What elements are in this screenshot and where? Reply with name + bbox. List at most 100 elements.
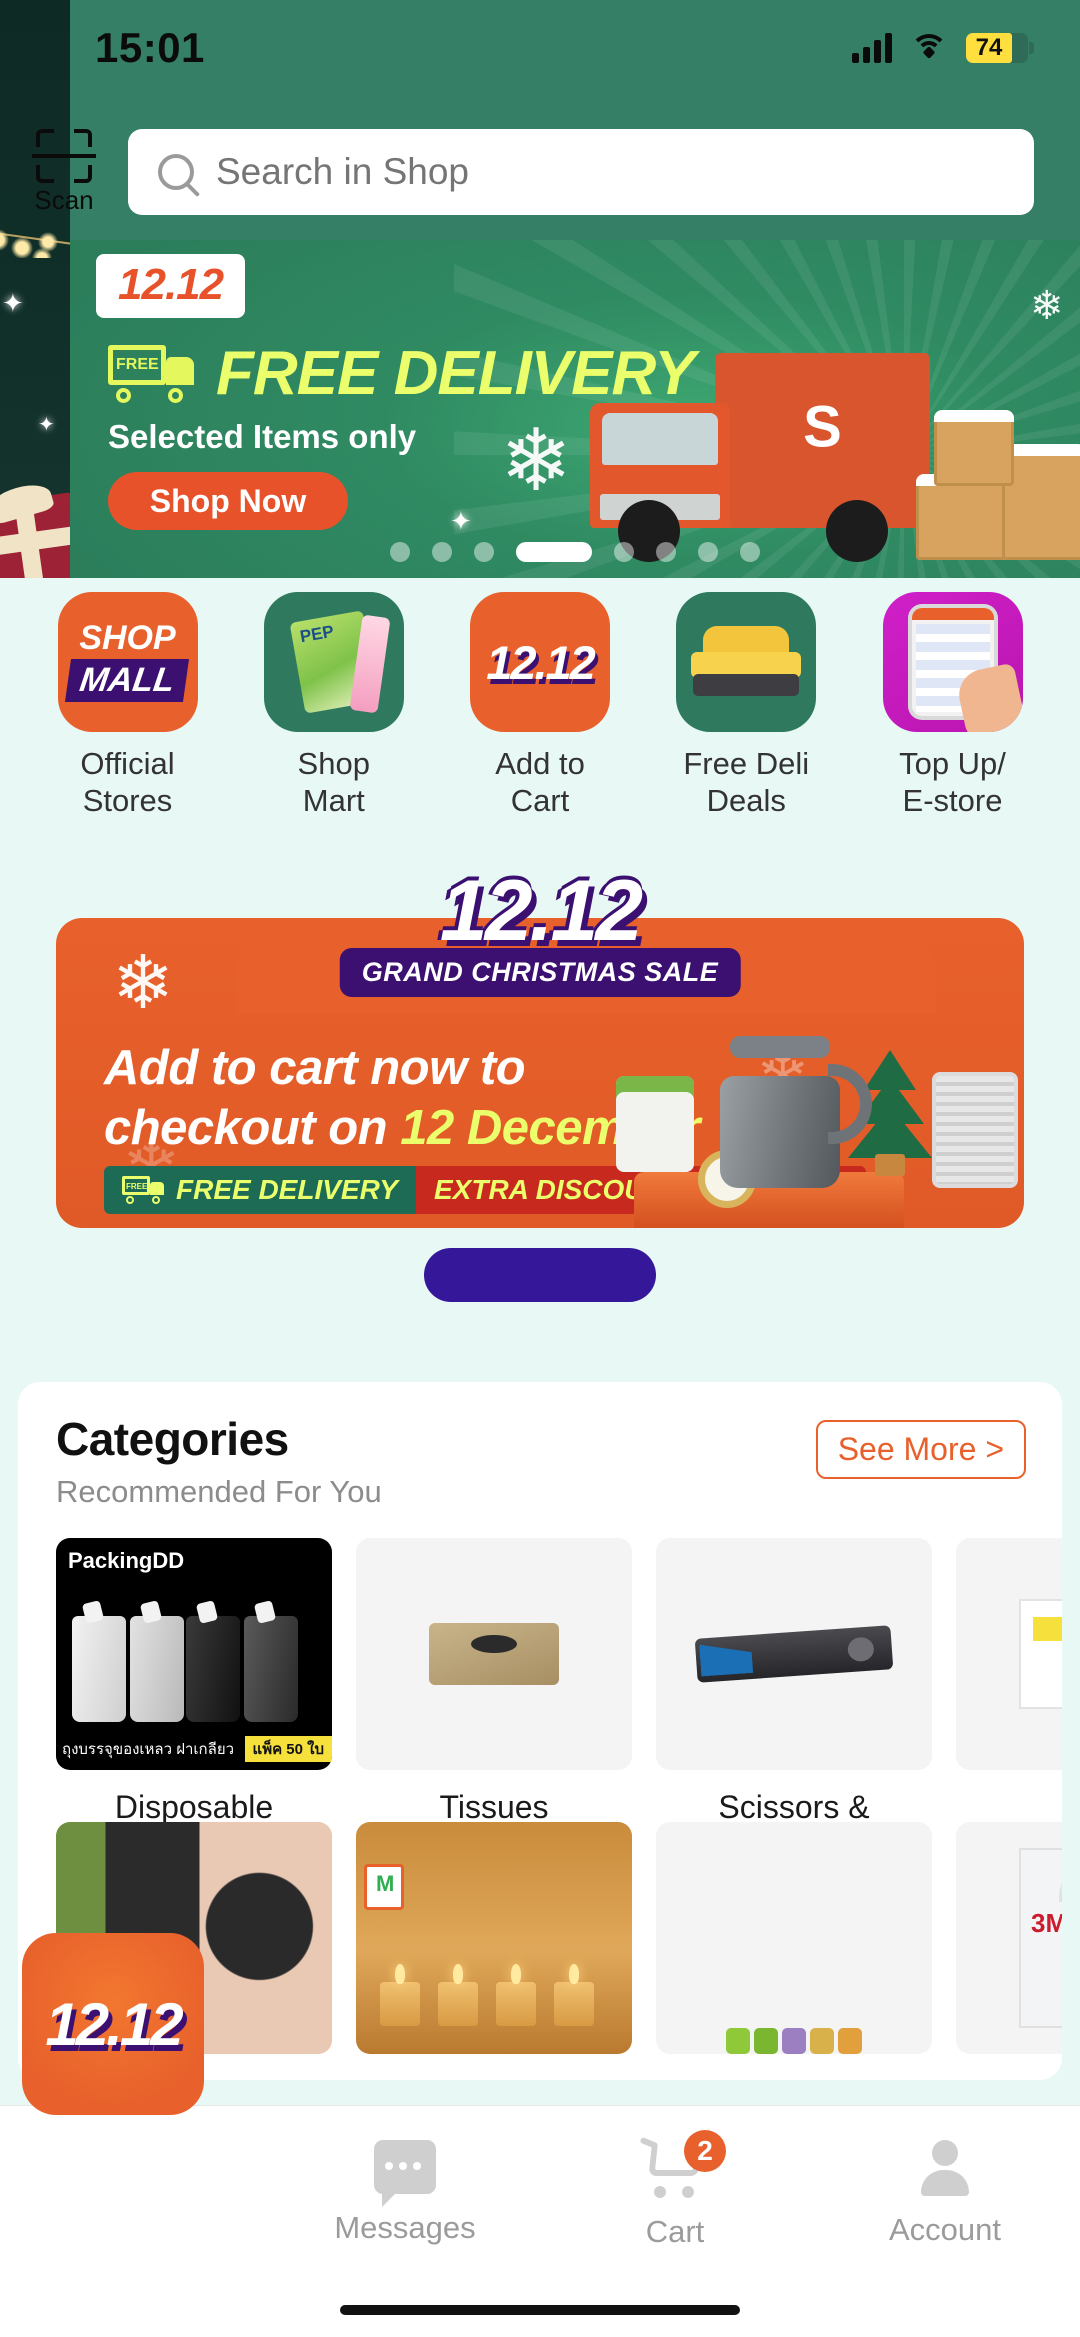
search-bar[interactable]	[128, 129, 1034, 215]
store-logo-icon	[364, 1864, 404, 1910]
account-icon	[916, 2140, 974, 2196]
truck-cargo-box	[715, 353, 930, 528]
shop-now-button[interactable]: Shop Now	[108, 472, 348, 530]
promo-banner-section[interactable]: ❄ ❄ ❄ Add to cart now to checkout on 12 …	[0, 856, 1080, 1316]
category-item[interactable]: Scissors & Cutters	[656, 1538, 932, 1865]
hero-subtitle: Selected Items only	[108, 418, 417, 455]
carousel-dot[interactable]	[656, 542, 676, 562]
category-thumbnail	[356, 1538, 632, 1770]
category-thumbnail: PackingDD ถุงบรรจุของเหลว ฝาเกลียว แพ็ค …	[56, 1538, 332, 1770]
gift-bow-icon	[0, 479, 56, 526]
shop-mart-icon	[263, 592, 404, 732]
messages-icon	[374, 2140, 436, 2207]
carousel-dot[interactable]	[614, 542, 634, 562]
snowflake-icon: ❄	[1030, 284, 1064, 328]
product-brand-overlay: PackingDD	[68, 1548, 185, 1573]
carousel-dot-active[interactable]	[516, 542, 592, 562]
bottom-nav-account[interactable]: Account	[810, 2140, 1080, 2248]
free-delivery-van-icon	[676, 592, 817, 732]
kettle-product-image	[706, 1036, 872, 1188]
quick-category-label: Shop Mart	[298, 746, 370, 819]
quick-category-label: Free Deli Deals	[683, 746, 809, 819]
bottom-nav-messages[interactable]: Messages	[270, 2140, 540, 2246]
status-bar: 15:01 74	[0, 0, 1080, 96]
category-thumbnail	[356, 1822, 632, 2054]
promo-pill-indicator[interactable]	[424, 1248, 656, 1302]
category-item[interactable]: PackingDD ถุงบรรจุของเหลว ฝาเกลียว แพ็ค …	[56, 1538, 332, 1865]
categories-subtitle: Recommended For You	[56, 1474, 382, 1509]
scan-button[interactable]: Scan	[0, 128, 128, 216]
carousel-dot[interactable]	[432, 542, 452, 562]
string-lights-icon	[0, 228, 70, 258]
label-line-2: Cart	[510, 782, 570, 818]
cellular-signal-icon	[852, 33, 892, 63]
sparkle-icon: ✦	[38, 414, 55, 436]
3m-product-image	[1019, 1848, 1062, 2028]
scan-label: Scan	[34, 184, 94, 215]
category-item[interactable]: Glu Adh	[956, 1538, 1062, 1865]
label-line-1: Tissues	[439, 1789, 549, 1825]
home-indicator-bar	[340, 2305, 740, 2315]
van-illustration	[691, 626, 802, 698]
hero-1212-badge-text: 12.12	[118, 260, 224, 309]
snowflake-icon: ❄	[500, 413, 573, 509]
carousel-dots[interactable]	[70, 542, 1080, 562]
quick-category-label: Top Up/ E-store	[899, 746, 1006, 819]
battery-percent: 74	[975, 34, 1003, 61]
hero-banner-carousel[interactable]: 12.12 FREE DELIVERY Selected Items only …	[70, 240, 1080, 578]
product-caption-thai: ถุงบรรจุของเหลว ฝาเกลียว	[62, 1741, 235, 1758]
cream-jar-product-image	[616, 1076, 694, 1172]
label-line-1: Official	[80, 746, 175, 781]
category-item[interactable]	[956, 1822, 1062, 2054]
tissue-box-image	[429, 1623, 559, 1685]
search-input[interactable]	[216, 151, 1004, 193]
floating-1212-button[interactable]: 12.12	[22, 1933, 204, 2115]
carousel-dot[interactable]	[474, 542, 494, 562]
quick-category-free-deli-deals[interactable]: Free Deli Deals	[649, 592, 844, 819]
category-thumbnail	[656, 1538, 932, 1770]
bottom-navigation: Messages 2 Cart Account	[0, 2105, 1080, 2337]
bottom-nav-label: Account	[888, 2212, 1001, 2247]
quick-category-official-stores[interactable]: SHOP MALL Official Stores	[30, 592, 225, 819]
category-item[interactable]: Tissues	[356, 1538, 632, 1865]
cart-icon: 2	[639, 2130, 726, 2198]
quick-category-shop-mart[interactable]: Shop Mart	[236, 592, 431, 819]
search-icon	[158, 154, 194, 190]
ribbon-free-delivery: FREE DELIVERY	[104, 1166, 416, 1214]
floating-1212-label: 12.12	[45, 1990, 183, 2058]
search-row: Scan	[0, 116, 1080, 228]
page-title: Categories	[56, 1413, 289, 1465]
promo-headline-line1: Add to cart now to	[104, 1041, 526, 1095]
app-header: ✦ ✦ 15:01 74 Scan 12.12	[0, 0, 1080, 578]
label-line-1: Disposable	[114, 1789, 274, 1825]
battery-icon: 74	[966, 33, 1034, 63]
category-label: Tissues	[356, 1788, 632, 1826]
delivery-truck-illustration	[590, 332, 930, 562]
wifi-icon	[910, 34, 948, 62]
label-line-2: Stores	[82, 782, 173, 818]
bottom-nav-cart[interactable]: 2 Cart	[540, 2130, 810, 2250]
category-item[interactable]	[656, 1822, 932, 2054]
label-line-1: Shop	[297, 746, 370, 781]
category-thumbnail	[656, 1822, 932, 2054]
status-indicators: 74	[852, 33, 1034, 63]
ribbon-free-delivery-text: FREE DELIVERY	[176, 1174, 398, 1205]
see-more-button[interactable]: See More >	[815, 1420, 1026, 1479]
bottom-nav-label: Cart	[645, 2214, 705, 2249]
carousel-dot[interactable]	[390, 542, 410, 562]
quick-category-add-to-cart[interactable]: 12.12 Add to Cart	[443, 592, 638, 819]
gift-box-icon	[0, 479, 70, 578]
carousel-dot[interactable]	[698, 542, 718, 562]
carousel-dot[interactable]	[740, 542, 760, 562]
category-item[interactable]	[356, 1822, 632, 2054]
label-line-1: Scissors &	[718, 1789, 870, 1825]
category-thumbnail	[956, 1538, 1062, 1770]
candles-image	[356, 1822, 632, 2054]
quick-category-topup-estore[interactable]: Top Up/ E-store	[855, 592, 1050, 819]
categories-grid-row-1: PackingDD ถุงบรรจุของเหลว ฝาเกลียว แพ็ค …	[56, 1538, 1062, 1865]
air-cooler-product-image	[932, 1072, 1018, 1188]
shop-mall-top-text: SHOP	[79, 619, 176, 658]
bottom-nav-label: Messages	[334, 2210, 476, 2245]
shop-mall-icon: SHOP MALL	[57, 592, 198, 732]
quick-category-row: SHOP MALL Official Stores Shop Mart 12.1…	[0, 592, 1080, 832]
